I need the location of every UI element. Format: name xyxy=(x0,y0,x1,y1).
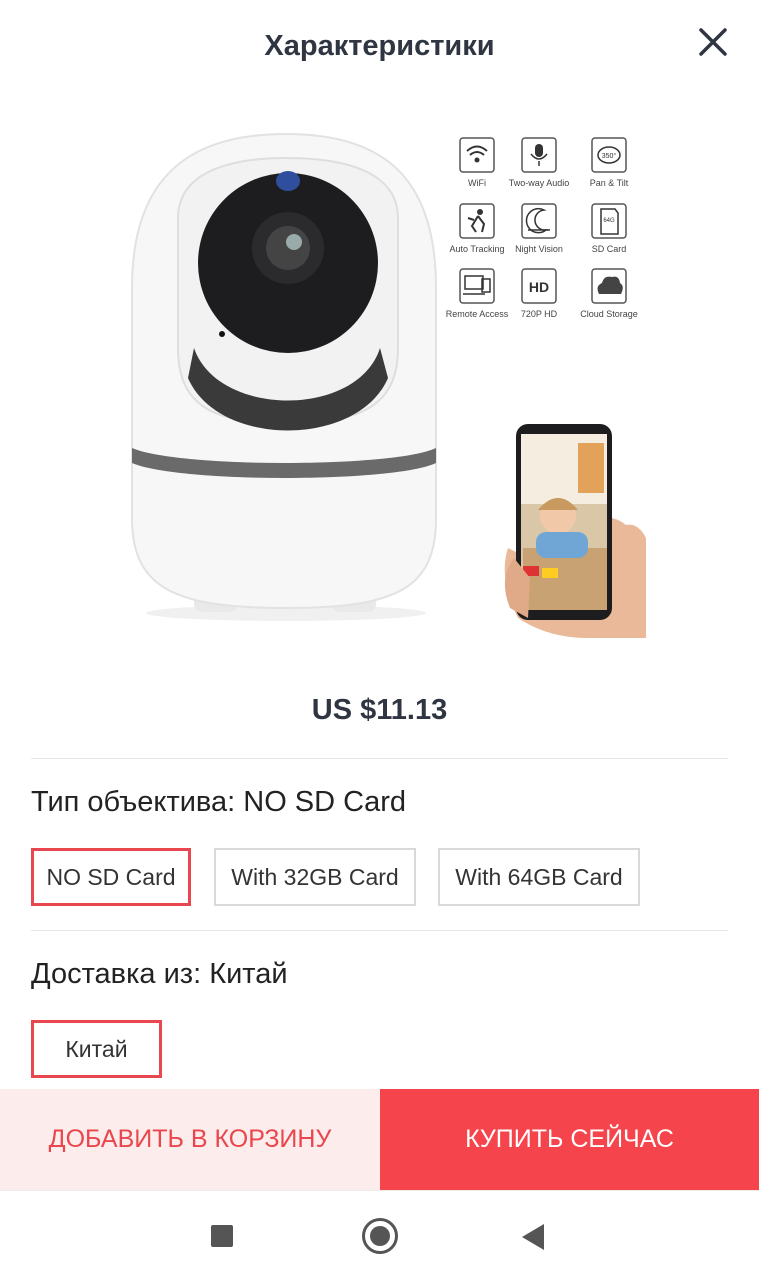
home-icon[interactable] xyxy=(362,1218,398,1254)
auto-tracking-feature: Auto Tracking xyxy=(449,203,505,254)
divider xyxy=(31,758,728,759)
option-64gb-card[interactable]: With 64GB Card xyxy=(438,848,640,906)
ship-from-title: Доставка из: Китай xyxy=(31,958,288,990)
system-nav-bar xyxy=(0,1190,759,1280)
wifi-feature: WiFi xyxy=(459,137,495,188)
hd-label: 720P HD xyxy=(521,309,558,319)
divider xyxy=(31,930,728,931)
option-no-sd-card[interactable]: NO SD Card xyxy=(31,848,191,906)
cloud-storage-feature: Cloud Storage xyxy=(580,268,638,319)
back-icon[interactable] xyxy=(522,1224,544,1250)
close-button[interactable] xyxy=(695,24,731,60)
cloud-storage-label: Cloud Storage xyxy=(580,309,638,319)
wifi-label: WiFi xyxy=(468,178,486,188)
sheet-header: Характеристики xyxy=(0,0,759,96)
sd-card-label: SD Card xyxy=(592,244,627,254)
add-to-cart-button[interactable]: ДОБАВИТЬ В КОРЗИНУ xyxy=(0,1089,380,1190)
buy-now-button[interactable]: КУПИТЬ СЕЙЧАС xyxy=(380,1089,759,1190)
hd-badge: HD xyxy=(529,279,549,295)
recent-apps-icon[interactable] xyxy=(211,1225,233,1247)
product-price: US $11.13 xyxy=(311,694,448,726)
sd-card-feature: 64G SD Card xyxy=(591,203,627,254)
page-title: Характеристики xyxy=(264,30,495,62)
two-way-audio-feature: Two-way Audio xyxy=(509,137,570,188)
sd-card-badge: 64G xyxy=(603,218,615,224)
product-image: WiFi Two-way Audio 350° Pan & Tilt Auto … xyxy=(131,132,646,638)
option-ship-china[interactable]: Китай xyxy=(31,1020,162,1078)
lens-type-title: Тип объектива: NO SD Card xyxy=(31,786,407,818)
auto-tracking-label: Auto Tracking xyxy=(449,244,504,254)
action-bar: ДОБАВИТЬ В КОРЗИНУ КУПИТЬ СЕЙЧАС xyxy=(0,1089,759,1190)
remote-access-label: Remote Access xyxy=(446,309,509,319)
pan-tilt-badge: 350° xyxy=(602,152,617,160)
product-options-sheet: Характеристики WiFi Two-way Audio 350° P… xyxy=(0,0,759,1190)
phone-illustration xyxy=(504,424,646,638)
hd-feature: HD 720P HD xyxy=(521,268,558,319)
remote-access-feature: Remote Access xyxy=(446,268,509,319)
camera-illustration xyxy=(131,132,437,621)
night-vision-feature: Night Vision xyxy=(515,203,563,254)
option-32gb-card[interactable]: With 32GB Card xyxy=(214,848,416,906)
pan-tilt-feature: 350° Pan & Tilt xyxy=(590,137,629,188)
pan-tilt-label: Pan & Tilt xyxy=(590,178,629,188)
night-vision-label: Night Vision xyxy=(515,244,563,254)
feature-icons: WiFi Two-way Audio 350° Pan & Tilt Auto … xyxy=(446,137,638,319)
close-icon xyxy=(699,28,727,56)
two-way-audio-label: Two-way Audio xyxy=(509,178,570,188)
